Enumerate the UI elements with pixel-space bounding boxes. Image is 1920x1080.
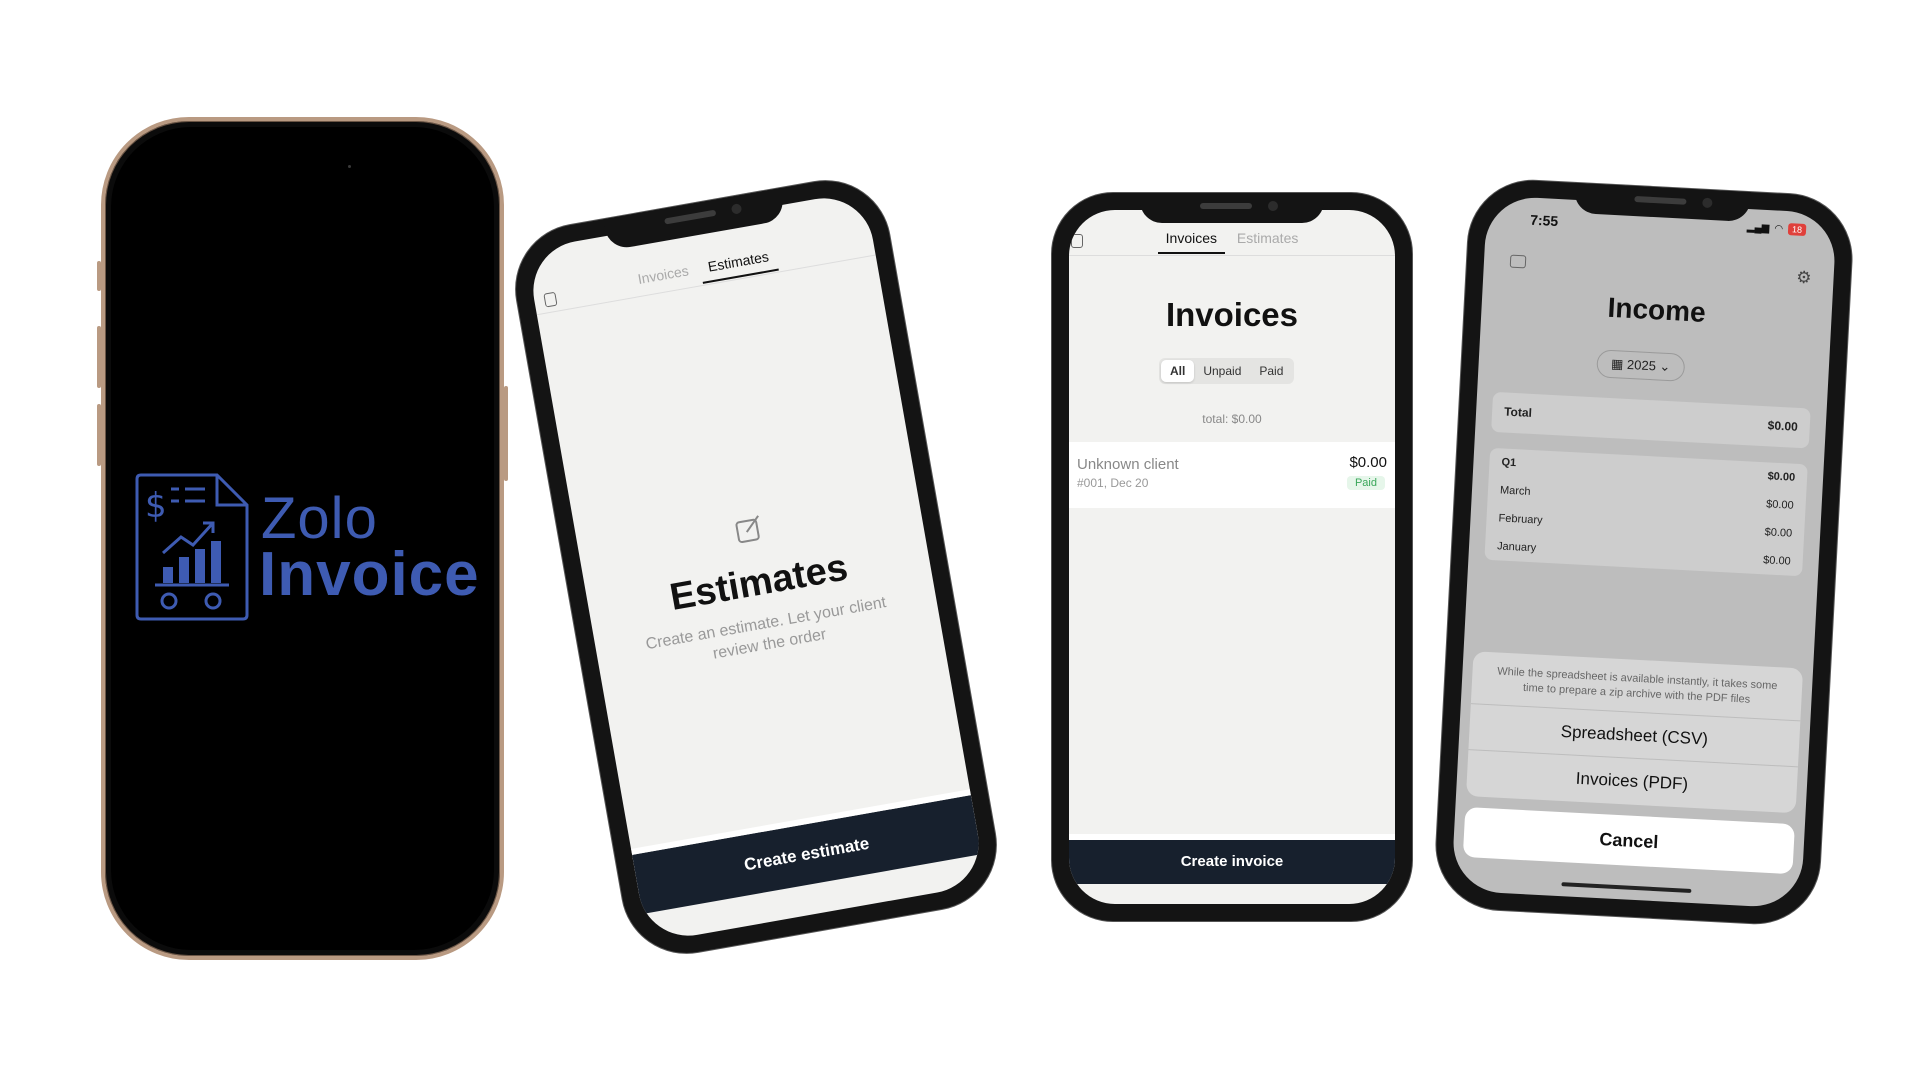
phone-splash: $ Zolo Invoice: [97, 117, 508, 960]
invoice-document-icon: $: [135, 473, 249, 621]
total-value: $0.00: [1767, 418, 1799, 434]
signal-icon: ▂▄▆: [1746, 221, 1770, 234]
tab-bar: Invoices Estimates: [1069, 230, 1395, 256]
month-label: February: [1498, 512, 1543, 527]
tab-invoices[interactable]: Invoices: [1157, 230, 1225, 254]
empty-state: Estimates Create an estimate. Let your c…: [578, 486, 941, 685]
total-label: Total: [1503, 404, 1533, 420]
tab-estimates[interactable]: Estimates: [1229, 230, 1306, 252]
total-card: Total $0.00: [1491, 391, 1811, 449]
total-summary: total: $0.00: [1069, 412, 1395, 426]
invoice-meta: #001, Dec 20: [1077, 476, 1149, 490]
invoice-row[interactable]: Unknown client #001, Dec 20 $0.00 Paid: [1069, 442, 1395, 508]
phone-estimates: Invoices Estimates Estimates Create an e…: [504, 169, 1008, 965]
tab-estimates[interactable]: Estimates: [698, 246, 780, 284]
brand-name-line2: Invoice: [259, 540, 480, 609]
filter-all[interactable]: All: [1161, 360, 1195, 382]
gear-icon[interactable]: ⚙: [1796, 268, 1812, 289]
phone-income: 7:55 ▂▄▆ ◠ 18 ⚙ Income ▦ 2025 ⌄ Total $0…: [1432, 176, 1856, 928]
app-logo: $ Zolo Invoice: [133, 471, 494, 631]
svg-text:$: $: [145, 486, 167, 526]
front-camera: [348, 165, 351, 168]
tab-invoices[interactable]: Invoices: [629, 261, 699, 294]
phone-invoices: Invoices Estimates Invoices All Unpaid P…: [1051, 192, 1413, 922]
quarter-label: Q1: [1501, 456, 1517, 470]
divider: [1069, 834, 1395, 840]
wifi-icon: ◠: [1774, 222, 1784, 235]
month-value: $0.00: [1765, 498, 1794, 512]
status-time: 7:55: [1529, 211, 1559, 230]
income-screen: 7:55 ▂▄▆ ◠ 18 ⚙ Income ▦ 2025 ⌄ Total $0…: [1451, 195, 1837, 909]
power-button: [504, 386, 508, 481]
home-indicator: [1561, 882, 1692, 893]
month-label: March: [1499, 484, 1531, 498]
notch: [1140, 193, 1324, 223]
tab-bar: Invoices Estimates: [532, 229, 876, 316]
create-invoice-button[interactable]: Create invoice: [1069, 840, 1395, 884]
cancel-button[interactable]: Cancel: [1462, 807, 1795, 875]
chat-icon[interactable]: [1071, 234, 1083, 248]
calendar-icon: ▦: [1610, 356, 1624, 372]
month-label: January: [1496, 540, 1537, 555]
volume-up-button: [97, 326, 101, 388]
chevron-down-icon: ⌄: [1659, 358, 1671, 375]
edit-icon: [735, 515, 760, 544]
filter-segmented-control: All Unpaid Paid: [1159, 358, 1295, 384]
quarter-card: Q1 $0.00 March $0.00 February $0.00 Janu…: [1484, 447, 1808, 577]
year-selector[interactable]: ▦ 2025 ⌄: [1596, 349, 1686, 382]
quarter-value: $0.00: [1767, 470, 1796, 484]
page-title: Income: [1606, 291, 1707, 328]
invoice-amount: $0.00: [1349, 454, 1387, 471]
invoices-screen: Invoices Estimates Invoices All Unpaid P…: [1069, 210, 1395, 904]
chat-icon[interactable]: [1509, 254, 1527, 269]
mute-switch: [97, 261, 101, 291]
estimates-screen: Invoices Estimates Estimates Create an e…: [525, 190, 987, 944]
status-icons: ▂▄▆ ◠ 18: [1746, 221, 1807, 237]
create-estimate-button[interactable]: Create estimate: [632, 795, 982, 914]
volume-down-button: [97, 404, 101, 466]
battery-icon: 18: [1787, 223, 1807, 237]
page-title: Invoices: [1165, 296, 1299, 333]
filter-paid[interactable]: Paid: [1250, 360, 1292, 382]
total-value: $0.00: [1231, 412, 1262, 426]
splash-screen: $ Zolo Invoice: [111, 127, 494, 950]
total-label: total:: [1202, 412, 1229, 426]
invoice-client: Unknown client: [1077, 456, 1179, 473]
chat-icon[interactable]: [543, 291, 558, 308]
month-value: $0.00: [1764, 526, 1793, 540]
export-action-sheet: While the spreadsheet is available insta…: [1466, 651, 1804, 813]
status-badge: Paid: [1346, 476, 1385, 490]
filter-unpaid[interactable]: Unpaid: [1194, 360, 1250, 382]
year-value: 2025: [1626, 356, 1657, 374]
month-value: $0.00: [1762, 554, 1792, 568]
